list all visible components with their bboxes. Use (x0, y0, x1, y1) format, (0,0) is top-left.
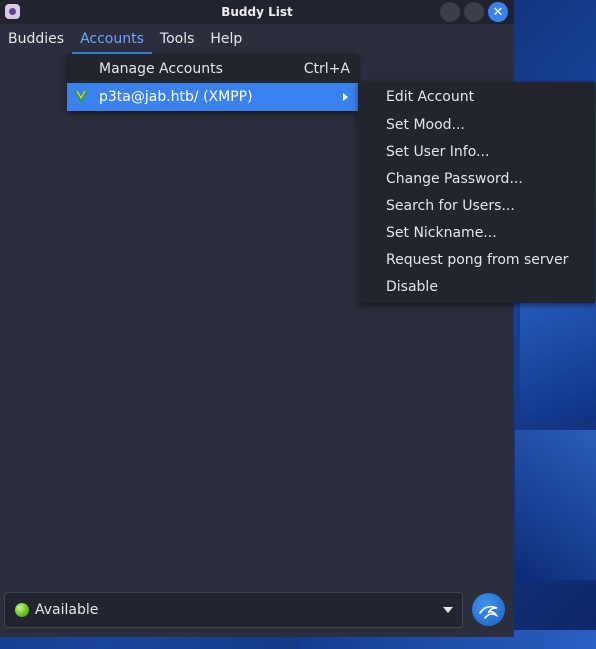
manage-accounts-shortcut: Ctrl+A (303, 61, 350, 77)
request-pong-item[interactable]: Request pong from server (386, 249, 568, 271)
account-label: p3ta@jab.htb/ (XMPP) (99, 89, 253, 105)
status-bar: Available (0, 588, 514, 637)
window-title: Buddy List (221, 5, 293, 19)
set-user-info-item[interactable]: Set User Info... (386, 141, 489, 163)
menu-accounts[interactable]: Accounts (72, 24, 152, 54)
menu-help[interactable]: Help (202, 24, 250, 54)
set-nickname-item[interactable]: Set Nickname... (386, 222, 497, 244)
chevron-down-icon (443, 607, 453, 613)
manage-accounts-label: Manage Accounts (99, 61, 223, 77)
kali-dragon-icon (478, 605, 498, 619)
wallpaper-shard (520, 300, 596, 420)
close-icon: ✕ (492, 4, 504, 20)
maximize-button[interactable] (464, 2, 484, 22)
pidgin-icon (5, 4, 20, 19)
kali-menu-button[interactable] (472, 593, 505, 626)
xmpp-v-icon (74, 90, 88, 103)
account-item-p3ta[interactable]: p3ta@jab.htb/ (XMPP) (67, 83, 358, 111)
menu-bar: Buddies Accounts Tools Help (0, 24, 514, 54)
accounts-menu: Manage Accounts Ctrl+A p3ta@jab.htb/ (XM… (67, 54, 358, 111)
status-label: Available (35, 602, 99, 618)
edit-account-item[interactable]: Edit Account (386, 86, 474, 108)
menu-tools[interactable]: Tools (152, 24, 203, 54)
set-mood-item[interactable]: Set Mood... (386, 114, 465, 136)
title-bar[interactable]: Buddy List ✕ (0, 0, 514, 24)
minimize-button[interactable] (440, 2, 460, 22)
menu-buddies[interactable]: Buddies (0, 24, 72, 54)
wallpaper-shard (515, 430, 596, 580)
disable-item[interactable]: Disable (386, 276, 438, 298)
status-selector[interactable]: Available (4, 592, 463, 628)
account-submenu: Edit Account Set Mood... Set User Info..… (358, 82, 595, 303)
chevron-right-icon (343, 93, 348, 101)
close-button[interactable]: ✕ (488, 2, 508, 22)
search-users-item[interactable]: Search for Users... (386, 195, 515, 217)
manage-accounts-item[interactable]: Manage Accounts Ctrl+A (67, 55, 358, 83)
available-dot-icon (15, 603, 29, 617)
change-password-item[interactable]: Change Password... (386, 168, 523, 190)
